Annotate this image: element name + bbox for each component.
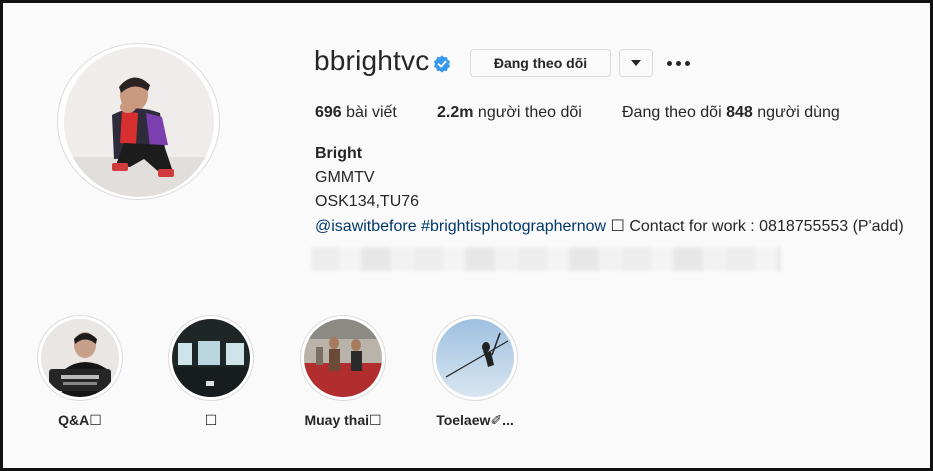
followers-stat[interactable]: 2.2m người theo dõi: [437, 104, 582, 122]
blurred-link: [311, 247, 781, 271]
bio-line: OSK134,TU76: [315, 193, 420, 210]
hashtag-link[interactable]: #brightisphotographernow: [421, 218, 606, 235]
following-count: 848: [726, 104, 753, 121]
more-options-icon[interactable]: [665, 51, 691, 75]
profile-avatar-ring[interactable]: [57, 43, 220, 200]
following-button[interactable]: Đang theo dõi: [470, 49, 611, 77]
posts-label: bài viết: [341, 104, 397, 121]
story-highlight[interactable]: Muay thai☐: [300, 315, 386, 429]
highlight-cover: [41, 319, 119, 397]
highlight-ring: [432, 315, 518, 401]
bio-line-links: @isawitbefore #brightisphotographernow ☐…: [315, 216, 904, 236]
highlight-cover: [304, 319, 382, 397]
suggested-dropdown-button[interactable]: [619, 49, 653, 77]
highlight-ring: [168, 315, 254, 401]
following-label: người dùng: [752, 104, 840, 121]
caret-down-icon: [631, 60, 641, 66]
following-stat[interactable]: Đang theo dõi 848 người dùng: [622, 104, 840, 122]
bio-full-name: Bright: [315, 145, 363, 162]
highlight-label: Muay thai☐: [304, 412, 382, 428]
highlight-cover: [436, 319, 514, 397]
highlight-label: Q&A☐: [58, 412, 102, 428]
highlight-label: ☐: [204, 412, 218, 428]
verified-badge-icon: [433, 55, 451, 73]
bio-line: GMMTV: [315, 169, 375, 186]
highlight-cover: [172, 319, 250, 397]
followers-count: 2.2m: [437, 104, 474, 121]
highlight-ring: [300, 315, 386, 401]
followers-label: người theo dõi: [473, 104, 582, 121]
story-highlight[interactable]: Toelaew✐...: [432, 315, 518, 429]
mention-link[interactable]: @isawitbefore: [315, 218, 417, 235]
contact-text: ☐ Contact for work : 0818755553 (P'add): [606, 218, 904, 235]
story-highlight[interactable]: Q&A☐: [37, 315, 123, 429]
profile-page: bbrightvc Đang theo dõi 696 bài viết 2.2…: [0, 0, 933, 471]
highlight-label: Toelaew✐...: [436, 412, 514, 428]
story-highlight[interactable]: ☐: [168, 315, 254, 429]
highlight-ring: [37, 315, 123, 401]
posts-count: 696: [315, 104, 342, 121]
posts-stat: 696 bài viết: [315, 104, 397, 122]
profile-avatar[interactable]: [63, 46, 214, 197]
profile-username: bbrightvc: [314, 45, 430, 76]
following-prefix: Đang theo dõi: [622, 104, 727, 121]
